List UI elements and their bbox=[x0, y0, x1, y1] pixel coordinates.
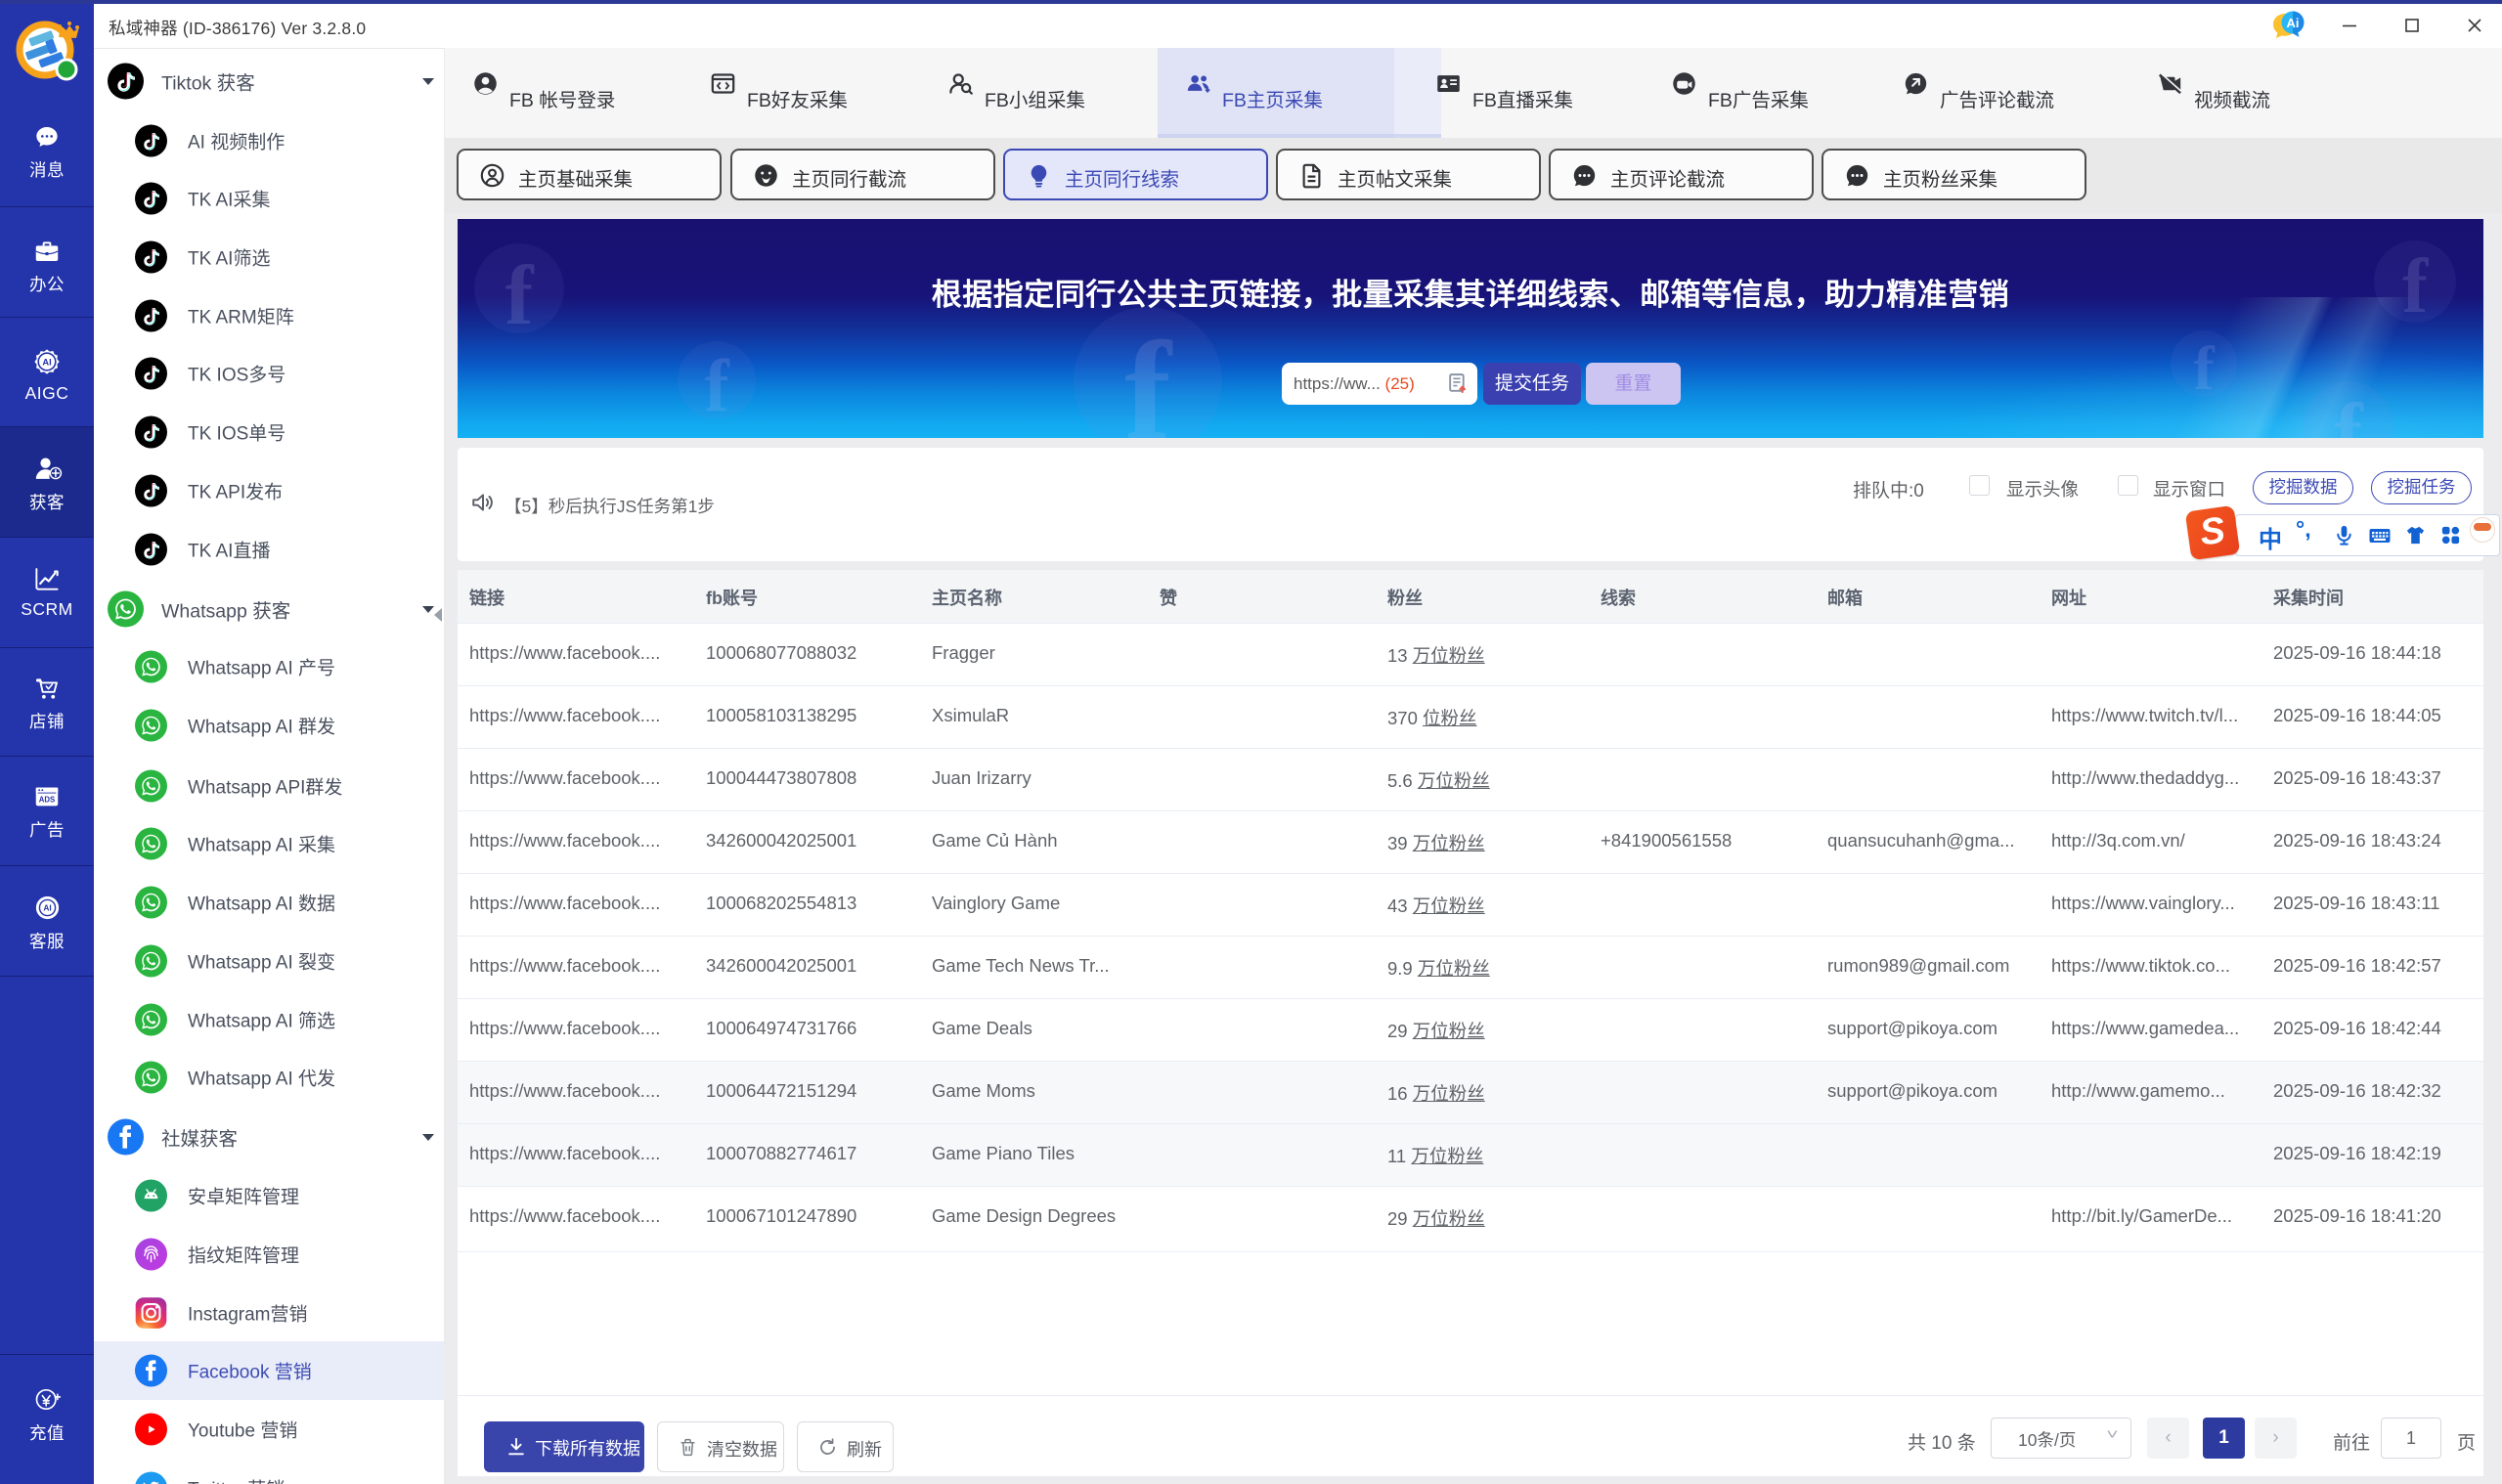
svg-text:Ai: Ai bbox=[2287, 16, 2300, 30]
